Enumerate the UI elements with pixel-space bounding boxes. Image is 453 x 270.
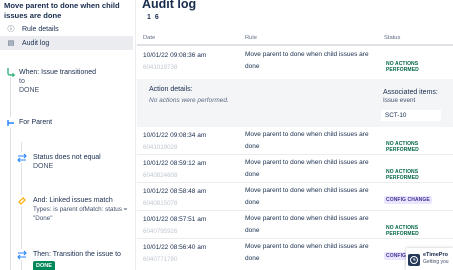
- condition-linked-step[interactable]: And: Linked issues match Types: is paren…: [33, 196, 127, 223]
- nav-audit-log-label: Audit log: [22, 39, 50, 47]
- rule-sidebar: Move parent to done when child issues ar…: [0, 0, 136, 270]
- row-date: 10/01/22 09:08:36 am: [143, 52, 207, 59]
- row-id: 6040815078: [143, 200, 178, 207]
- nav-rule-details-label: Rule details: [22, 25, 59, 33]
- pagination[interactable]: 1 6: [147, 14, 160, 21]
- trigger-line2: DONE: [19, 87, 40, 94]
- trigger-step[interactable]: When: Issue transitioned to DONE: [19, 68, 96, 95]
- status-badge: NO ACTIONS PERFORMED: [386, 61, 419, 73]
- row-id: 6040771780: [143, 256, 178, 263]
- table-header: Date Rule Status: [137, 33, 453, 46]
- condition-status-title: Status does not equal: [33, 154, 101, 161]
- row-rule[interactable]: Move parent to done when child issues ar…: [245, 157, 383, 181]
- table-row[interactable]: 10/01/22 09:08:36 am 6041019738 Move par…: [137, 47, 453, 79]
- status-badge: NO ACTIONS PERFORMED: [386, 225, 419, 237]
- row-rule[interactable]: Move parent to done when child issues ar…: [245, 185, 383, 209]
- row-id: 6041019028: [143, 144, 178, 151]
- row-date: 10/01/22 08:56:40 am: [143, 244, 207, 251]
- action-details-message: No actions were performed.: [149, 97, 229, 104]
- condition-status-step[interactable]: Status does not equal DONE: [33, 153, 101, 171]
- table-row[interactable]: 10/01/22 09:08:34 am 6041019028 Move par…: [137, 127, 453, 155]
- table-row[interactable]: 10/01/22 08:58:48 am 6040815078 Move par…: [137, 183, 453, 211]
- trigger-line1: to: [19, 78, 25, 85]
- branch-title: For Parent: [19, 119, 53, 126]
- row-date: 10/01/22 09:08:34 am: [143, 132, 207, 139]
- row-date: 10/01/22 08:59:12 am: [143, 160, 207, 167]
- action-details-label: Action details:: [149, 86, 193, 93]
- status-badge: NO ACTIONS PERFORMED: [386, 169, 419, 181]
- etimepro-logo-icon: [408, 253, 420, 266]
- condition-linked-title: And: Linked issues match: [33, 197, 113, 204]
- status-badge: NO ACTIONS PERFORMED: [386, 141, 419, 153]
- shuffle-icon: [16, 152, 27, 163]
- column-date[interactable]: Date: [143, 35, 155, 41]
- table-row[interactable]: 10/01/22 08:59:12 am 6040824608 Move par…: [137, 155, 453, 183]
- document-icon: ▤: [7, 40, 15, 47]
- link-icon: [16, 195, 27, 206]
- trigger-icon: [5, 66, 16, 77]
- flow-connector: [10, 70, 11, 270]
- nav-rule-details[interactable]: ⓘ Rule details: [0, 22, 133, 36]
- status-badge: CONFIG CHANGE: [384, 196, 432, 204]
- action-step[interactable]: Then: Transition the issue to DONE: [33, 250, 121, 270]
- branch-icon: [5, 117, 16, 128]
- info-icon: ⓘ: [7, 26, 15, 33]
- transition-icon: [16, 249, 27, 260]
- column-rule[interactable]: Rule: [245, 35, 257, 41]
- audit-log-panel: Audit log 1 6 Date Rule Status 10/01/22 …: [137, 0, 453, 270]
- condition-linked-line1: Types: is parent ofMatch: status =: [33, 206, 128, 213]
- page-title: Audit log: [142, 0, 197, 11]
- row-rule[interactable]: Move parent to done when child issues ar…: [245, 129, 383, 153]
- condition-linked-line2: "Done": [33, 215, 53, 222]
- row-id: 6040795926: [143, 228, 178, 235]
- column-status[interactable]: Status: [384, 35, 400, 41]
- event-type: Issue event: [383, 97, 416, 104]
- row-date: 10/01/22 08:57:51 am: [143, 216, 207, 223]
- nav-audit-log[interactable]: ▤ Audit log: [0, 36, 133, 50]
- action-details-panel: Action details: No actions were performe…: [137, 79, 453, 127]
- condition-status-value: DONE: [33, 163, 54, 170]
- associated-items-label: Associated items:: [383, 89, 438, 96]
- rule-title: Move parent to done when child issues ar…: [4, 1, 120, 20]
- done-lozenge: DONE: [33, 261, 55, 270]
- row-rule[interactable]: Move parent to done when child issues ar…: [245, 49, 383, 73]
- row-date: 10/01/22 08:58:48 am: [143, 188, 207, 195]
- action-title: Then: Transition the issue to: [33, 251, 121, 258]
- status-badge: CONFIG: [384, 252, 409, 260]
- issue-key-link[interactable]: SCT-10: [381, 110, 441, 121]
- row-id: 6041019738: [143, 64, 178, 71]
- row-rule[interactable]: Move parent to done when child issues ar…: [245, 213, 383, 237]
- trigger-title: When: Issue transitioned: [19, 69, 97, 76]
- row-rule[interactable]: Move parent to done when child issues ar…: [245, 241, 383, 265]
- toast-subtitle: Getting you: [423, 259, 449, 265]
- table-row[interactable]: 10/01/22 08:57:51 am 6040795926 Move par…: [137, 211, 453, 239]
- row-id: 6040824608: [143, 172, 178, 179]
- etimepro-toast[interactable]: eTimePro Getting you: [406, 248, 453, 270]
- branch-step[interactable]: For Parent: [19, 118, 52, 127]
- toast-title: eTimePro: [423, 252, 448, 258]
